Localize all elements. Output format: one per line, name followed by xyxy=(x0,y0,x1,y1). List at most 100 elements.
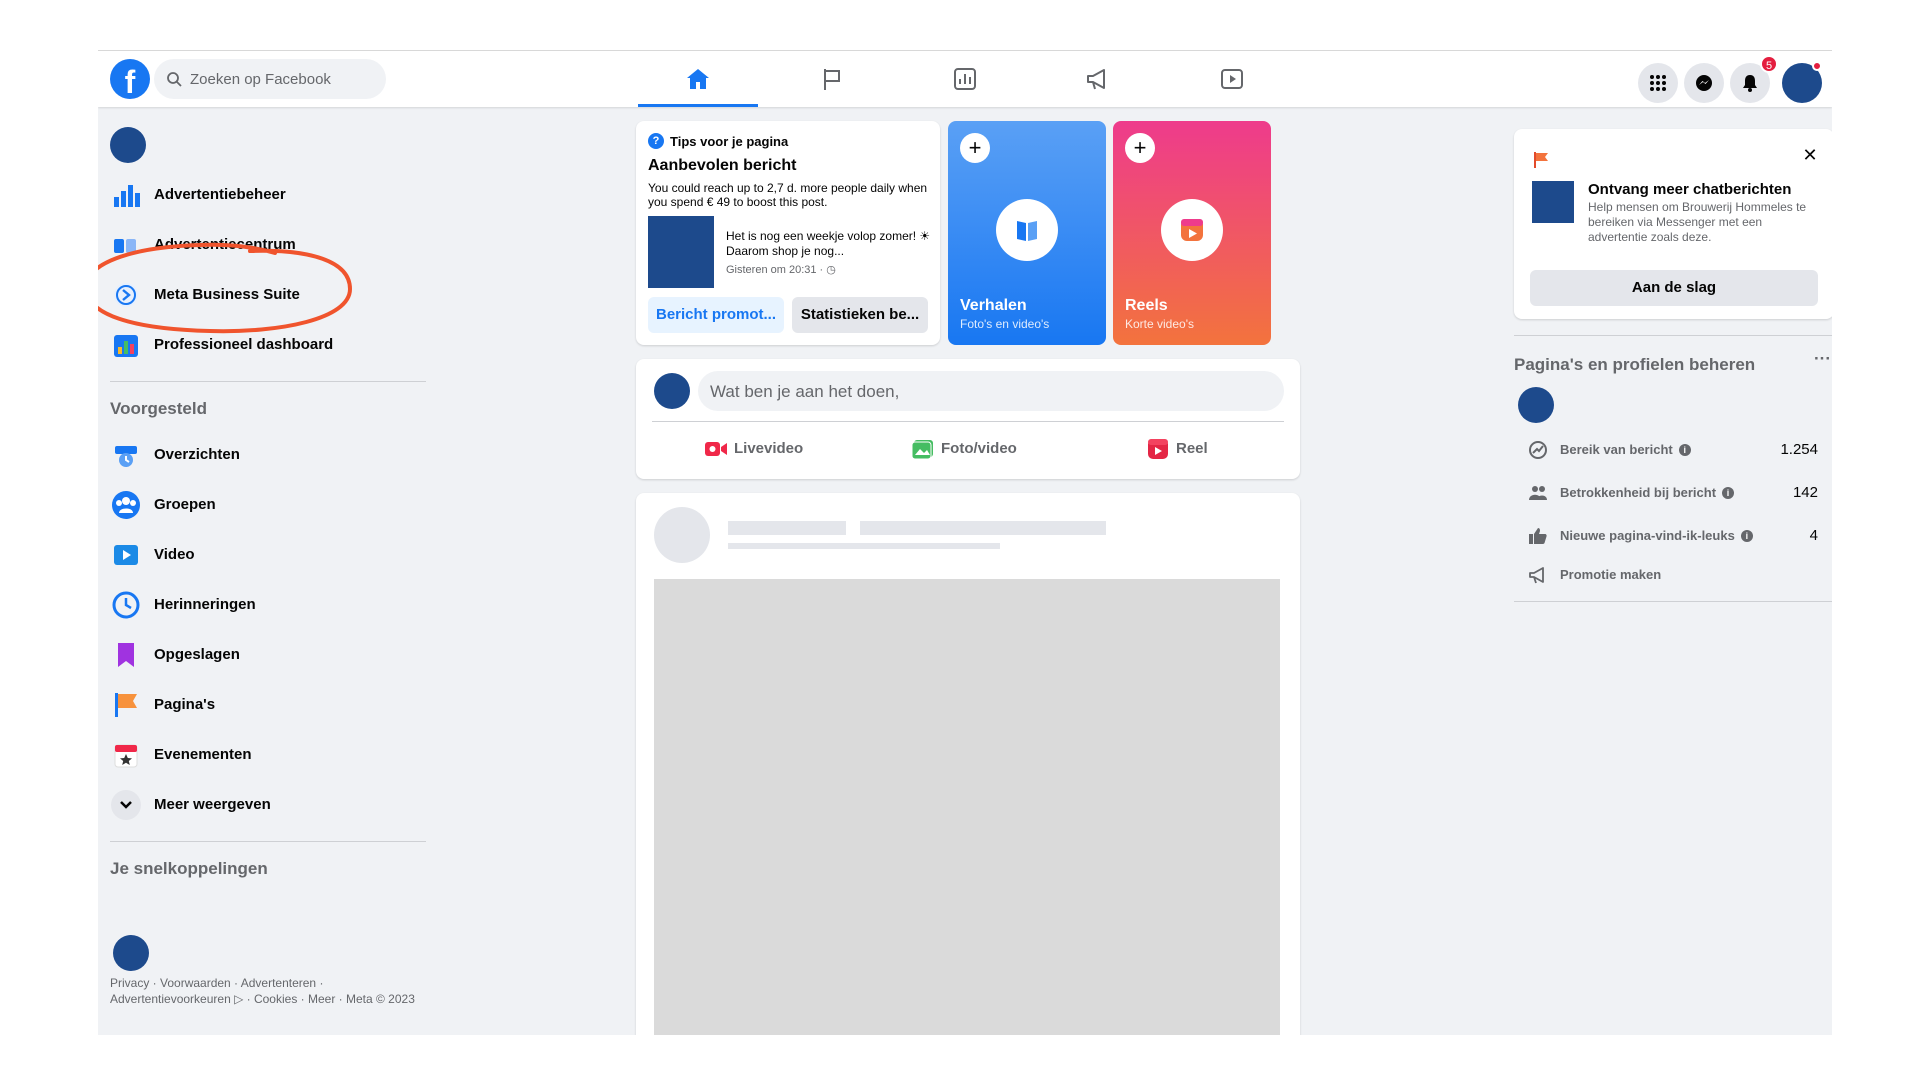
metric-label: Bereik van bericht xyxy=(1560,442,1673,457)
thumbs-up-icon xyxy=(1529,528,1547,544)
more-options-icon[interactable]: ··· xyxy=(1814,349,1831,369)
metric-row-post-reach[interactable]: Bereik van bericht i 1.254 xyxy=(1528,438,1818,462)
watch-icon xyxy=(1221,69,1243,89)
add-story-icon[interactable]: + xyxy=(960,133,990,163)
shortcut-avatar[interactable] xyxy=(113,935,149,971)
sidebar-item-label: Herinneringen xyxy=(154,596,256,613)
tips-label: Tips voor je pagina xyxy=(670,134,789,149)
reels-subtitle: Korte video's xyxy=(1125,317,1194,331)
dashboard-icon xyxy=(114,335,138,357)
metric-label: Promotie maken xyxy=(1560,567,1662,582)
sidebar-item-advertentiebeheer[interactable]: Advertentiebeheer xyxy=(106,171,426,219)
right-divider xyxy=(1514,601,1832,602)
stories-subtitle: Foto's en video's xyxy=(960,317,1050,331)
question-icon: ? xyxy=(648,133,664,149)
placeholder-line xyxy=(728,521,846,535)
metric-label: Nieuwe pagina-vind-ik-leuks xyxy=(1560,528,1735,543)
pages-flag-icon xyxy=(115,693,137,717)
view-statistics-button[interactable]: Statistieken be... xyxy=(792,297,928,333)
sidebar-item-groepen[interactable]: Groepen xyxy=(106,481,426,529)
info-icon[interactable]: i xyxy=(1678,444,1691,456)
info-icon[interactable]: i xyxy=(1722,487,1735,499)
add-reel-icon[interactable]: + xyxy=(1125,133,1155,163)
metric-row-post-engagement[interactable]: Betrokkenheid bij bericht i 142 xyxy=(1528,481,1818,505)
placeholder-line xyxy=(860,521,1106,535)
chat-card-description: Help mensen om Brouwerij Hommeles te ber… xyxy=(1588,200,1807,244)
promote-post-button[interactable]: Bericht promot... xyxy=(648,297,784,333)
memories-icon xyxy=(112,591,140,619)
sidebar-item-herinneringen[interactable]: Herinneringen xyxy=(106,581,426,629)
photo-video-button[interactable]: Foto/video xyxy=(911,429,1041,469)
sidebar-item-meer-weergeven[interactable]: Meer weergeven xyxy=(106,781,426,829)
composer-input[interactable]: Wat ben je aan het doen, xyxy=(698,371,1284,411)
reach-icon xyxy=(1529,441,1547,459)
feed-post-placeholder xyxy=(636,493,1300,1035)
sidebar-item-label: Meta Business Suite xyxy=(154,286,300,303)
livevideo-button[interactable]: Livevideo xyxy=(704,429,824,469)
footer-links[interactable]: Privacy · Voorwaarden · Advertenteren · … xyxy=(110,975,420,1007)
create-promotion-row[interactable]: Promotie maken xyxy=(1528,563,1818,587)
sidebar-item-advertentiecentrum[interactable]: Advertentiecentrum xyxy=(106,221,426,269)
close-icon[interactable]: ✕ xyxy=(1800,145,1820,165)
top-bar: f Zoeken op Facebook 5 xyxy=(98,51,1832,107)
sidebar-item-label: Evenementen xyxy=(154,746,252,763)
menu-button[interactable] xyxy=(1638,63,1678,103)
placeholder-image xyxy=(654,579,1280,1035)
stories-circle xyxy=(996,199,1058,261)
sidebar-divider xyxy=(110,841,426,842)
chevron-down-icon xyxy=(111,790,141,820)
insights-icon xyxy=(954,68,976,90)
tips-title: Aanbevolen bericht xyxy=(648,157,797,174)
reels-title: Reels xyxy=(1125,297,1168,314)
sidebar-divider xyxy=(110,381,426,382)
tab-pages[interactable] xyxy=(772,51,892,107)
sidebar-item-label: Video xyxy=(154,546,195,563)
flag-icon xyxy=(824,69,840,90)
tab-watch[interactable] xyxy=(1172,51,1292,107)
meta-business-suite-icon xyxy=(114,283,138,307)
sidebar-item-label: Opgeslagen xyxy=(154,646,240,663)
live-video-icon xyxy=(705,442,727,456)
sidebar-item-meta-business-suite[interactable]: Meta Business Suite xyxy=(106,271,426,319)
reels-card[interactable]: + Reels Korte video's xyxy=(1113,121,1271,345)
tab-home[interactable] xyxy=(638,51,758,107)
facebook-window: f Zoeken op Facebook 5 Advertentiebeheer… xyxy=(98,50,1832,1035)
book-icon xyxy=(1017,221,1037,241)
messenger-icon xyxy=(1696,75,1712,91)
managed-page-avatar[interactable] xyxy=(1518,387,1554,423)
sidebar-item-evenementen[interactable]: Evenementen xyxy=(106,731,426,779)
profile-status-dot xyxy=(1812,61,1822,71)
manage-pages-title: Pagina's en profielen beheren xyxy=(1514,355,1756,374)
sidebar-item-paginas[interactable]: Pagina's xyxy=(106,681,426,729)
sidebar-item-professioneel-dashboard[interactable]: Professioneel dashboard xyxy=(106,321,426,369)
sidebar-item-opgeslagen[interactable]: Opgeslagen xyxy=(106,631,426,679)
page-avatar[interactable] xyxy=(110,127,146,163)
post-preview-text: Het is nog een weekje volop zomer! ☀ Daa… xyxy=(726,229,931,258)
sidebar-item-video[interactable]: Video xyxy=(106,531,426,579)
sidebar-item-label: Professioneel dashboard xyxy=(154,336,334,353)
post-date: Gisteren om 20:31 · ◷ xyxy=(726,264,836,276)
placeholder-line xyxy=(728,543,1000,549)
video-icon xyxy=(114,545,138,565)
messenger-button[interactable] xyxy=(1684,63,1724,103)
sidebar-item-label: Groepen xyxy=(154,496,216,513)
info-icon[interactable]: i xyxy=(1740,530,1753,542)
search-input[interactable]: Zoeken op Facebook xyxy=(154,59,386,99)
page-tips-card: ? Tips voor je pagina Aanbevolen bericht… xyxy=(636,121,940,345)
metric-row-new-page-likes[interactable]: Nieuwe pagina-vind-ik-leuks i 4 xyxy=(1528,524,1818,548)
get-started-button[interactable]: Aan de slag xyxy=(1530,270,1818,306)
chat-card-title: Ontvang meer chatberichten xyxy=(1588,181,1792,198)
reel-button[interactable]: Reel xyxy=(1146,429,1226,469)
tab-insights[interactable] xyxy=(905,51,1025,107)
facebook-logo-icon[interactable]: f xyxy=(110,59,150,99)
metric-label: Betrokkenheid bij bericht xyxy=(1560,485,1717,500)
composer-avatar[interactable] xyxy=(654,373,690,409)
right-divider xyxy=(1514,335,1832,336)
chat-messages-card: ✕ Ontvang meer chatberichten Help mensen… xyxy=(1514,129,1832,319)
placeholder-avatar xyxy=(654,507,710,563)
stories-card[interactable]: + Verhalen Foto's en video's xyxy=(948,121,1106,345)
suggested-heading: Voorgesteld xyxy=(110,399,207,418)
post-thumbnail[interactable] xyxy=(648,216,714,288)
tab-ads[interactable] xyxy=(1038,51,1158,107)
sidebar-item-overzichten[interactable]: Overzichten xyxy=(106,431,426,479)
